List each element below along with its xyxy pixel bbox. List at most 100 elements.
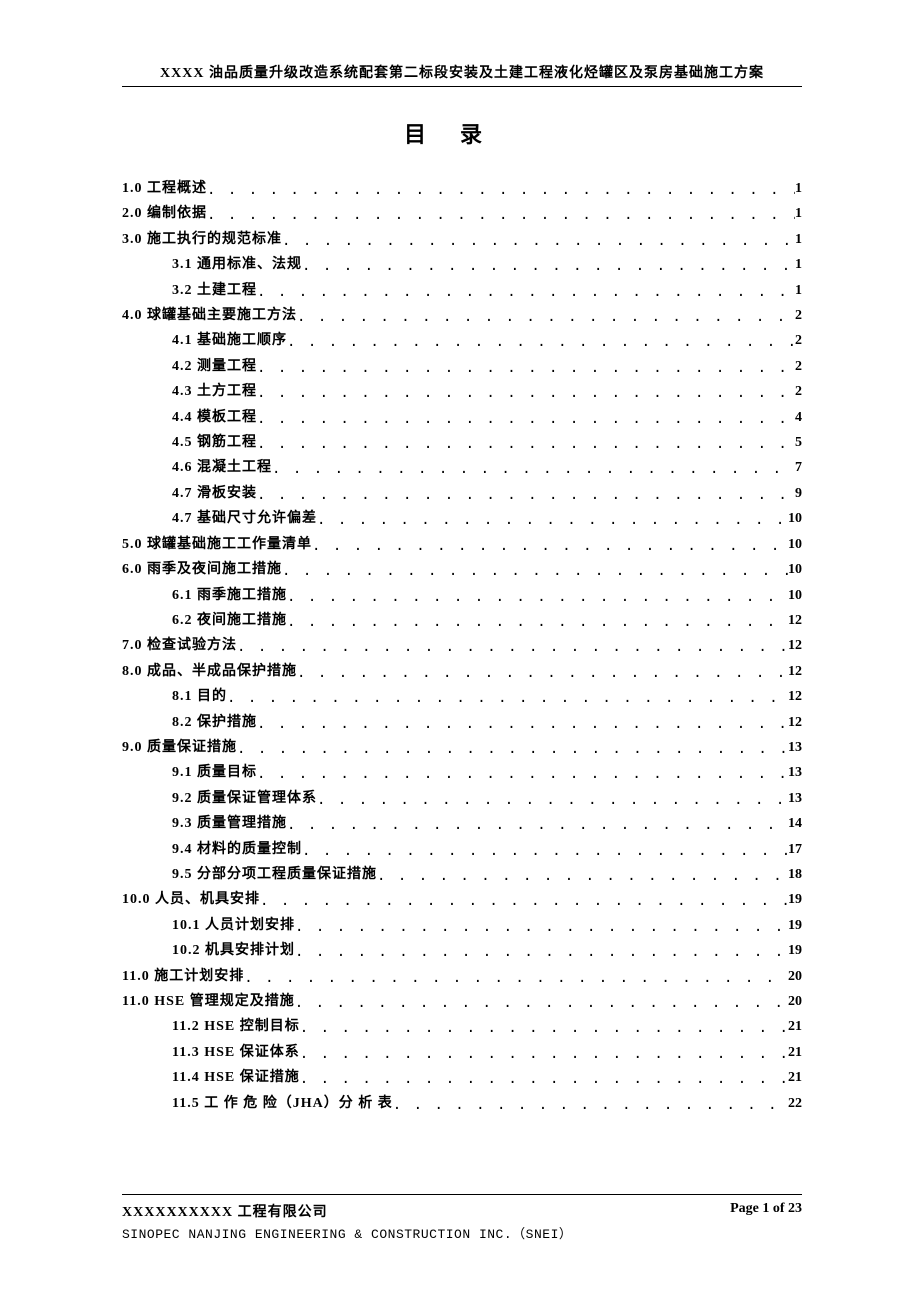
toc-entry[interactable]: 10.0 人员、机具安排 . . . . . . . . . . . . . .… (122, 887, 802, 912)
toc-entry[interactable]: 3.1 通用标准、法规 . . . . . . . . . . . . . . … (122, 252, 802, 277)
toc-entry[interactable]: 4.4 模板工程 . . . . . . . . . . . . . . . .… (122, 405, 802, 430)
toc-leader-dots: . . . . . . . . . . . . . . . . . . . . … (272, 457, 795, 481)
toc-leader-dots: . . . . . . . . . . . . . . . . . . . . … (287, 610, 788, 634)
toc-entry-page: 19 (788, 939, 802, 963)
toc-entry-page: 10 (788, 558, 802, 582)
toc-leader-dots: . . . . . . . . . . . . . . . . . . . . … (287, 585, 788, 609)
toc-entry[interactable]: 9.4 材料的质量控制 . . . . . . . . . . . . . . … (122, 837, 802, 862)
toc-entry-label: 3.0 施工执行的规范标准 (122, 228, 282, 252)
toc-leader-dots: . . . . . . . . . . . . . . . . . . . . … (257, 407, 795, 431)
toc-entry-page: 1 (795, 279, 802, 303)
toc-entry[interactable]: 11.5 工 作 危 险（JHA）分 析 表 . . . . . . . . .… (122, 1091, 802, 1116)
toc-entry-page: 1 (795, 228, 802, 252)
toc-entry[interactable]: 9.2 质量保证管理体系 . . . . . . . . . . . . . .… (122, 786, 802, 811)
toc-entry-label: 9.5 分部分项工程质量保证措施 (172, 863, 377, 887)
toc-leader-dots: . . . . . . . . . . . . . . . . . . . . … (237, 737, 788, 761)
toc-entry[interactable]: 6.0 雨季及夜间施工措施 . . . . . . . . . . . . . … (122, 557, 802, 582)
toc-entry[interactable]: 9.0 质量保证措施 . . . . . . . . . . . . . . .… (122, 735, 802, 760)
toc-entry-label: 11.0 HSE 管理规定及措施 (122, 990, 295, 1014)
toc-entry[interactable]: 1.0 工程概述 . . . . . . . . . . . . . . . .… (122, 176, 802, 201)
toc-entry[interactable]: 2.0 编制依据 . . . . . . . . . . . . . . . .… (122, 201, 802, 226)
toc-entry-label: 4.6 混凝土工程 (172, 456, 272, 480)
toc-leader-dots: . . . . . . . . . . . . . . . . . . . . … (257, 280, 795, 304)
toc-entry[interactable]: 4.1 基础施工顺序 . . . . . . . . . . . . . . .… (122, 328, 802, 353)
toc-leader-dots: . . . . . . . . . . . . . . . . . . . . … (287, 813, 788, 837)
toc-leader-dots: . . . . . . . . . . . . . . . . . . . . … (297, 305, 795, 329)
toc-leader-dots: . . . . . . . . . . . . . . . . . . . . … (282, 559, 788, 583)
toc-entry[interactable]: 11.2 HSE 控制目标 . . . . . . . . . . . . . … (122, 1014, 802, 1039)
toc-entry-label: 10.2 机具安排计划 (172, 939, 295, 963)
toc-entry-page: 10 (788, 507, 802, 531)
toc-leader-dots: . . . . . . . . . . . . . . . . . . . . … (295, 915, 788, 939)
toc-entry-page: 9 (795, 482, 802, 506)
toc-entry-label: 9.4 材料的质量控制 (172, 838, 302, 862)
toc-leader-dots: . . . . . . . . . . . . . . . . . . . . … (297, 661, 788, 685)
toc-entry-label: 6.1 雨季施工措施 (172, 584, 287, 608)
toc-entry-page: 21 (788, 1066, 802, 1090)
toc-leader-dots: . . . . . . . . . . . . . . . . . . . . … (300, 1067, 788, 1091)
toc-entry-label: 10.1 人员计划安排 (172, 914, 295, 938)
toc-leader-dots: . . . . . . . . . . . . . . . . . . . . … (300, 1016, 788, 1040)
toc-entry-label: 11.5 工 作 危 险（JHA）分 析 表 (172, 1092, 393, 1116)
toc-entry-page: 22 (788, 1092, 802, 1116)
toc-entry-label: 11.2 HSE 控制目标 (172, 1015, 300, 1039)
toc-leader-dots: . . . . . . . . . . . . . . . . . . . . … (393, 1093, 788, 1117)
toc-entry[interactable]: 9.5 分部分项工程质量保证措施 . . . . . . . . . . . .… (122, 862, 802, 887)
page-footer: XXXXXXXXXX 工程有限公司 Page 1 of 23 SINOPEC N… (122, 1194, 802, 1242)
toc-entry[interactable]: 9.3 质量管理措施 . . . . . . . . . . . . . . .… (122, 811, 802, 836)
toc-entry[interactable]: 3.0 施工执行的规范标准 . . . . . . . . . . . . . … (122, 227, 802, 252)
toc-entry[interactable]: 8.0 成品、半成品保护措施 . . . . . . . . . . . . .… (122, 659, 802, 684)
toc-entry-page: 2 (795, 304, 802, 328)
toc-leader-dots: . . . . . . . . . . . . . . . . . . . . … (317, 508, 788, 532)
toc-leader-dots: . . . . . . . . . . . . . . . . . . . . … (257, 712, 788, 736)
toc-entry-label: 4.2 测量工程 (172, 355, 257, 379)
toc-leader-dots: . . . . . . . . . . . . . . . . . . . . … (257, 356, 795, 380)
toc-entry[interactable]: 5.0 球罐基础施工工作量清单 . . . . . . . . . . . . … (122, 532, 802, 557)
toc-entry[interactable]: 9.1 质量目标 . . . . . . . . . . . . . . . .… (122, 760, 802, 785)
toc-entry[interactable]: 8.2 保护措施 . . . . . . . . . . . . . . . .… (122, 710, 802, 735)
toc-entry-page: 12 (788, 634, 802, 658)
toc-entry-page: 1 (795, 253, 802, 277)
toc-entry[interactable]: 4.7 滑板安装 . . . . . . . . . . . . . . . .… (122, 481, 802, 506)
toc-entry-page: 1 (795, 177, 802, 201)
toc-entry[interactable]: 4.6 混凝土工程 . . . . . . . . . . . . . . . … (122, 455, 802, 480)
toc-entry-label: 9.3 质量管理措施 (172, 812, 287, 836)
toc-entry[interactable]: 4.3 土方工程 . . . . . . . . . . . . . . . .… (122, 379, 802, 404)
toc-entry-label: 8.2 保护措施 (172, 711, 257, 735)
toc-entry[interactable]: 4.0 球罐基础主要施工方法 . . . . . . . . . . . . .… (122, 303, 802, 328)
toc-entry[interactable]: 7.0 检查试验方法 . . . . . . . . . . . . . . .… (122, 633, 802, 658)
toc-entry-page: 10 (788, 533, 802, 557)
toc-entry-label: 4.5 钢筋工程 (172, 431, 257, 455)
toc-entry[interactable]: 4.2 测量工程 . . . . . . . . . . . . . . . .… (122, 354, 802, 379)
toc-entry-page: 12 (788, 609, 802, 633)
toc-entry-label: 4.4 模板工程 (172, 406, 257, 430)
toc-leader-dots: . . . . . . . . . . . . . . . . . . . . … (257, 432, 795, 456)
toc-entry[interactable]: 4.7 基础尺寸允许偏差 . . . . . . . . . . . . . .… (122, 506, 802, 531)
toc-entry[interactable]: 4.5 钢筋工程 . . . . . . . . . . . . . . . .… (122, 430, 802, 455)
toc-entry[interactable]: 11.3 HSE 保证体系 . . . . . . . . . . . . . … (122, 1040, 802, 1065)
toc-entry[interactable]: 11.0 施工计划安排 . . . . . . . . . . . . . . … (122, 964, 802, 989)
toc-entry-label: 9.0 质量保证措施 (122, 736, 237, 760)
toc-entry-page: 5 (795, 431, 802, 455)
toc-leader-dots: . . . . . . . . . . . . . . . . . . . . … (295, 991, 788, 1015)
toc-entry[interactable]: 6.1 雨季施工措施 . . . . . . . . . . . . . . .… (122, 583, 802, 608)
toc-entry[interactable]: 10.2 机具安排计划 . . . . . . . . . . . . . . … (122, 938, 802, 963)
toc-entry[interactable]: 11.0 HSE 管理规定及措施 . . . . . . . . . . . .… (122, 989, 802, 1014)
toc-entry[interactable]: 8.1 目的 . . . . . . . . . . . . . . . . .… (122, 684, 802, 709)
toc-leader-dots: . . . . . . . . . . . . . . . . . . . . … (257, 762, 788, 786)
toc-entry-label: 6.0 雨季及夜间施工措施 (122, 558, 282, 582)
toc-entry[interactable]: 6.2 夜间施工措施 . . . . . . . . . . . . . . .… (122, 608, 802, 633)
toc-title: 目录 (0, 117, 920, 149)
toc-entry-label: 6.2 夜间施工措施 (172, 609, 287, 633)
toc-leader-dots: . . . . . . . . . . . . . . . . . . . . … (237, 635, 788, 659)
toc-entry-page: 10 (788, 584, 802, 608)
footer-company-english: SINOPEC NANJING ENGINEERING & CONSTRUCTI… (122, 1223, 802, 1242)
toc-leader-dots: . . . . . . . . . . . . . . . . . . . . … (312, 534, 788, 558)
toc-entry-label: 11.0 施工计划安排 (122, 965, 244, 989)
toc-leader-dots: . . . . . . . . . . . . . . . . . . . . … (260, 889, 788, 913)
toc-entry[interactable]: 11.4 HSE 保证措施 . . . . . . . . . . . . . … (122, 1065, 802, 1090)
toc-entry[interactable]: 3.2 土建工程 . . . . . . . . . . . . . . . .… (122, 278, 802, 303)
toc-entry-label: 2.0 编制依据 (122, 202, 207, 226)
toc-entry-label: 5.0 球罐基础施工工作量清单 (122, 533, 312, 557)
toc-entry[interactable]: 10.1 人员计划安排 . . . . . . . . . . . . . . … (122, 913, 802, 938)
